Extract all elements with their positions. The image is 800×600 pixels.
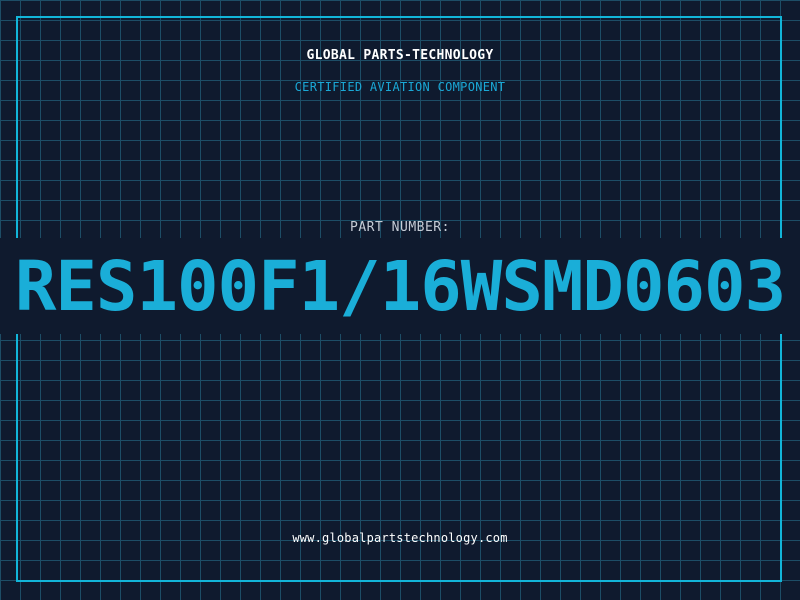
certification-subtitle: CERTIFIED AVIATION COMPONENT (294, 80, 506, 94)
part-number-value: RES100F1/16WSMD0603 (14, 247, 786, 327)
part-number-label: PART NUMBER: (350, 220, 450, 235)
website-url: www.globalpartstechnology.com (292, 531, 508, 545)
company-name: GLOBAL PARTS-TECHNOLOGY (306, 48, 494, 63)
